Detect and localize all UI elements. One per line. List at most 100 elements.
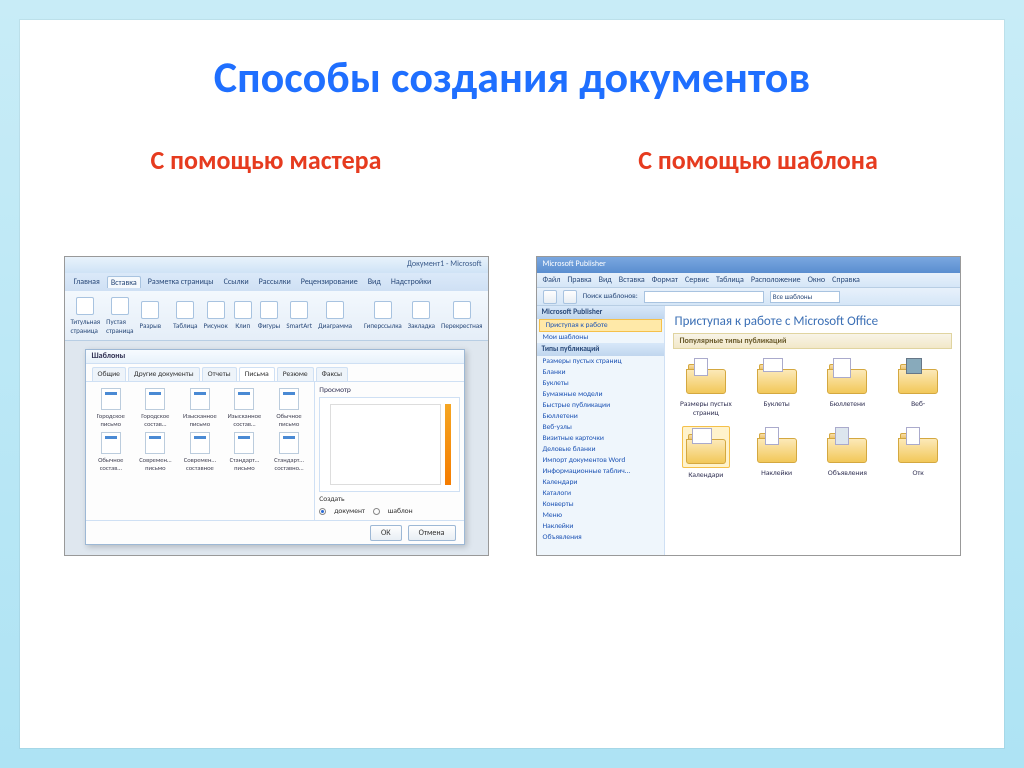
dialog-tab[interactable]: Отчеты xyxy=(202,367,237,381)
dialog-tab[interactable]: Общие xyxy=(92,367,126,381)
template-item[interactable]: Современ… составное xyxy=(181,432,220,472)
menu-item[interactable]: Правка xyxy=(567,275,591,285)
ribbon-label: Диаграмма xyxy=(318,321,352,330)
template-label: Обычное состав… xyxy=(92,456,131,472)
ribbon-label: SmartArt xyxy=(286,321,312,330)
menu-item[interactable]: Формат xyxy=(652,275,678,285)
menu-item[interactable]: Вид xyxy=(599,275,612,285)
sidebar-item[interactable]: Буклеты xyxy=(537,378,664,389)
sidebar-item[interactable]: Наклейки xyxy=(537,521,664,532)
nav-back-icon[interactable] xyxy=(543,290,557,304)
publication-type-label: Бюллетени xyxy=(830,400,865,409)
ribbon-item[interactable]: Клип xyxy=(234,301,252,330)
menu-item[interactable]: Окно xyxy=(808,275,826,285)
radio-template[interactable] xyxy=(373,508,380,515)
word-ribbon: Титульная страница Пустая страница Разрыв Т… xyxy=(65,291,488,341)
ribbon-item[interactable]: SmartArt xyxy=(286,301,312,330)
ribbon-tab[interactable]: Вид xyxy=(365,276,384,288)
preview-label: Просмотр xyxy=(319,386,459,395)
ribbon-tab[interactable]: Разметка страницы xyxy=(145,276,217,288)
publication-type-item[interactable]: Отк xyxy=(887,426,950,480)
template-item[interactable]: Городское состав… xyxy=(136,388,175,428)
sidebar-item[interactable]: Веб-узлы xyxy=(537,422,664,433)
template-item[interactable]: Обычное состав… xyxy=(92,432,131,472)
sidebar-item[interactable]: Календари xyxy=(537,477,664,488)
sidebar-item[interactable]: Импорт документов Word xyxy=(537,455,664,466)
ribbon-item[interactable]: Закладка xyxy=(408,301,435,330)
menu-item[interactable]: Расположение xyxy=(751,275,801,285)
sidebar-item[interactable]: Каталоги xyxy=(537,488,664,499)
ribbon-tab[interactable]: Рецензирование xyxy=(298,276,361,288)
ribbon-icon xyxy=(111,297,129,315)
publication-type-item[interactable]: Наклейки xyxy=(745,426,808,480)
template-label: Стандарт… письмо xyxy=(225,456,264,472)
radio-document[interactable] xyxy=(319,508,326,515)
publication-type-item[interactable]: Календари xyxy=(675,426,738,480)
template-grid: Городское письмоГородское состав…Изыскан… xyxy=(86,382,315,520)
cancel-button[interactable]: Отмена xyxy=(408,525,456,541)
folder-icon xyxy=(898,360,938,394)
ribbon-tab[interactable]: Главная xyxy=(71,276,103,288)
menu-item[interactable]: Сервис xyxy=(685,275,709,285)
template-item[interactable]: Городское письмо xyxy=(92,388,131,428)
ribbon-tab[interactable]: Вставка xyxy=(107,276,141,288)
sidebar-item[interactable]: Визитные карточки xyxy=(537,433,664,444)
sidebar-item[interactable]: Объявления xyxy=(537,532,664,543)
publication-type-label: Наклейки xyxy=(761,469,792,478)
sidebar-item[interactable]: Бланки xyxy=(537,367,664,378)
dialog-tab[interactable]: Факсы xyxy=(316,367,348,381)
ribbon-item[interactable]: Диаграмма xyxy=(318,301,352,330)
ribbon-item[interactable]: Перекрестная xyxy=(441,301,483,330)
template-item[interactable]: Стандарт… письмо xyxy=(225,432,264,472)
sidebar-item[interactable]: Мои шаблоны xyxy=(537,332,664,343)
menu-item[interactable]: Справка xyxy=(832,275,860,285)
template-item[interactable]: Обычное письмо xyxy=(270,388,309,428)
ribbon-icon xyxy=(453,301,471,319)
sidebar-item[interactable]: Информационные таблич… xyxy=(537,466,664,477)
ribbon-item[interactable]: Пустая страница xyxy=(106,297,133,335)
template-item[interactable]: Стандарт… составно… xyxy=(270,432,309,472)
ribbon-tab[interactable]: Рассылки xyxy=(256,276,294,288)
ok-button[interactable]: ОК xyxy=(370,525,402,541)
ribbon-item[interactable]: Фигуры xyxy=(258,301,281,330)
radio-document-label: документ xyxy=(334,507,365,516)
ribbon-item[interactable]: Титульная страница xyxy=(71,297,101,335)
dialog-title: Шаблоны xyxy=(86,350,464,364)
sidebar-item[interactable]: Бумажные модели xyxy=(537,389,664,400)
nav-fwd-icon[interactable] xyxy=(563,290,577,304)
template-item[interactable]: Изысканное состав… xyxy=(225,388,264,428)
publication-type-item[interactable]: Буклеты xyxy=(745,357,808,418)
dialog-tab[interactable]: Резюме xyxy=(277,367,314,381)
ribbon-tab[interactable]: Надстройки xyxy=(388,276,434,288)
template-icon xyxy=(234,388,254,410)
ribbon-tab[interactable]: Ссылки xyxy=(221,276,252,288)
sidebar-item[interactable]: Меню xyxy=(537,510,664,521)
sidebar-item[interactable]: Деловые бланки xyxy=(537,444,664,455)
menu-item[interactable]: Вставка xyxy=(619,275,645,285)
ribbon-label: Пустая страница xyxy=(106,317,133,335)
template-item[interactable]: Изысканное письмо xyxy=(181,388,220,428)
publication-type-item[interactable]: Бюллетени xyxy=(816,357,879,418)
ribbon-item[interactable]: Разрыв xyxy=(140,301,162,330)
menu-item[interactable]: Файл xyxy=(543,275,561,285)
sidebar-item[interactable]: Бюллетени xyxy=(537,411,664,422)
publication-type-item[interactable]: Размеры пустых страниц xyxy=(675,357,738,418)
dialog-tab[interactable]: Письма xyxy=(239,367,275,381)
menu-item[interactable]: Таблица xyxy=(716,275,744,285)
sidebar-item[interactable]: Конверты xyxy=(537,499,664,510)
publication-type-item[interactable]: Веб- xyxy=(887,357,950,418)
search-input[interactable] xyxy=(644,291,764,303)
template-item[interactable]: Современ… письмо xyxy=(136,432,175,472)
sidebar-item[interactable]: Быстрые публикации xyxy=(537,400,664,411)
search-scope-dropdown[interactable]: Все шаблоны xyxy=(770,291,840,303)
ribbon-item[interactable]: Таблица xyxy=(173,301,197,330)
ribbon-item[interactable]: Гиперссылка xyxy=(364,301,402,330)
dialog-tab[interactable]: Другие документы xyxy=(128,367,200,381)
template-icon xyxy=(279,388,299,410)
publication-type-item[interactable]: Объявления xyxy=(816,426,879,480)
ribbon-item[interactable]: Рисунок xyxy=(204,301,228,330)
sidebar-item[interactable]: Приступая к работе xyxy=(539,319,662,332)
sidebar-item[interactable]: Размеры пустых страниц xyxy=(537,356,664,367)
ribbon-label: Разрыв xyxy=(140,321,162,330)
template-label: Обычное письмо xyxy=(270,412,309,428)
